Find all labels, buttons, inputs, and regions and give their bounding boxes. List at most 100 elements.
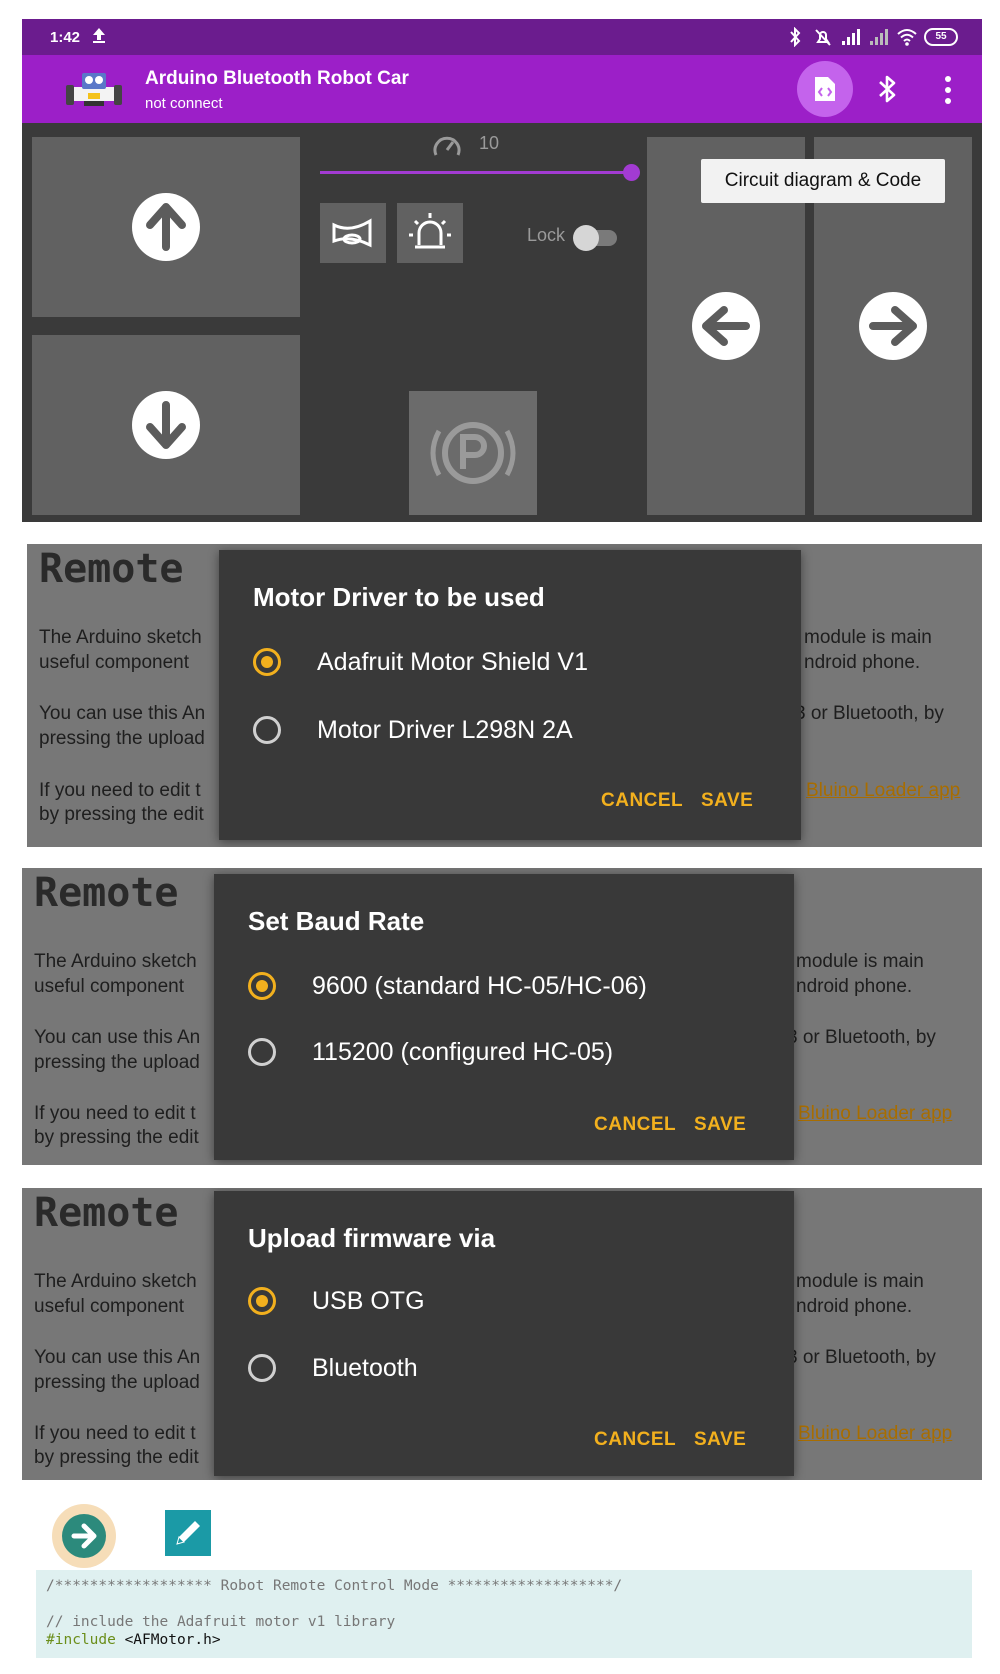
code-view-panel: /****************** Robot Remote Control… xyxy=(22,1500,982,1674)
robot-car-screen: 1:42 55 Arduino Bluetooth Robot Car not … xyxy=(22,19,982,522)
bluino-loader-link[interactable]: Bluino Loader app xyxy=(798,1421,952,1446)
edit-button[interactable] xyxy=(165,1510,211,1556)
more-options-icon[interactable] xyxy=(942,75,954,105)
lock-toggle-thumb[interactable] xyxy=(573,225,599,251)
bluetooth-button[interactable] xyxy=(872,73,902,105)
screenshot-collage: 1:42 55 Arduino Bluetooth Robot Car not … xyxy=(0,0,1000,1674)
parking-brake-icon xyxy=(430,422,516,484)
background-text: module is main xyxy=(796,951,924,972)
speed-slider-track[interactable] xyxy=(320,171,632,174)
option-bluetooth[interactable]: Bluetooth xyxy=(248,1348,418,1388)
backward-button[interactable] xyxy=(32,335,300,515)
tooltip-circuit-diagram: Circuit diagram & Code xyxy=(701,159,945,203)
forward-button[interactable] xyxy=(32,137,300,317)
background-text: pressing the upload xyxy=(34,1052,200,1073)
dialog-title: Motor Driver to be used xyxy=(253,582,545,612)
background-text: by pressing the edit xyxy=(39,804,204,825)
upload-firmware-panel: Remote The Arduino sketch useful compone… xyxy=(22,1188,982,1480)
code-file-button[interactable] xyxy=(797,61,853,117)
background-heading: Remote xyxy=(34,870,179,916)
bluino-loader-link[interactable]: Bluino Loader app xyxy=(806,778,960,803)
background-text: 3 or Bluetooth, by xyxy=(787,1347,936,1368)
upload-run-button[interactable] xyxy=(52,1504,116,1568)
background-text: useful component xyxy=(34,1296,184,1317)
radio-unselected-icon[interactable] xyxy=(248,1038,276,1066)
option-baud-9600[interactable]: 9600 (standard HC-05/HC-06) xyxy=(248,966,647,1006)
background-text: 3 or Bluetooth, by xyxy=(795,703,944,724)
background-heading: Remote xyxy=(39,546,184,592)
cancel-button[interactable]: CANCEL xyxy=(601,790,683,812)
dialog-title: Upload firmware via xyxy=(248,1223,496,1253)
option-l298n[interactable]: Motor Driver L298N 2A xyxy=(253,710,573,750)
background-text: The Arduino sketch xyxy=(34,1271,197,1292)
background-text: pressing the upload xyxy=(39,728,205,749)
code-file-icon xyxy=(815,77,835,101)
radio-selected-icon[interactable] xyxy=(248,972,276,1000)
mute-bell-icon xyxy=(815,29,831,46)
background-heading: Remote xyxy=(34,1190,179,1236)
background-text: ndroid phone. xyxy=(804,652,921,673)
upload-firmware-dialog: Upload firmware via USB OTG Bluetooth CA… xyxy=(214,1191,794,1476)
save-button[interactable]: SAVE xyxy=(694,1114,746,1136)
bluino-loader-link[interactable]: Bluino Loader app xyxy=(798,1101,952,1126)
robot-car-logo-icon xyxy=(66,73,122,106)
arrow-left-icon xyxy=(692,292,760,360)
code-include-line: #include <AFMotor.h> xyxy=(46,1632,962,1650)
background-text: You can use this An xyxy=(34,1027,201,1048)
cancel-button[interactable]: CANCEL xyxy=(594,1114,676,1136)
speedometer-icon xyxy=(433,136,461,156)
option-adafruit-motor-shield[interactable]: Adafruit Motor Shield V1 xyxy=(253,642,588,682)
app-title: Arduino Bluetooth Robot Car xyxy=(145,68,409,89)
background-text: If you need to edit t xyxy=(34,1423,196,1444)
siren-button[interactable] xyxy=(397,203,463,263)
background-text: If you need to edit t xyxy=(34,1103,196,1124)
background-text: The Arduino sketch xyxy=(39,627,202,648)
dialog-title: Set Baud Rate xyxy=(248,906,425,936)
horn-icon xyxy=(332,218,372,248)
wifi-icon xyxy=(897,29,917,46)
cancel-button[interactable]: CANCEL xyxy=(594,1429,676,1451)
radio-selected-icon[interactable] xyxy=(248,1287,276,1315)
battery-indicator: 55 xyxy=(924,28,958,46)
signal-weak-icon xyxy=(870,29,888,45)
speed-slider-thumb[interactable] xyxy=(623,164,640,181)
baud-rate-panel: Remote The Arduino sketch useful compone… xyxy=(22,868,982,1165)
motor-driver-panel: Remote The Arduino sketch useful compone… xyxy=(27,544,982,847)
code-comment-line: // include the Adafruit motor v1 library xyxy=(46,1614,396,1630)
background-text: If you need to edit t xyxy=(39,780,201,801)
radio-unselected-icon[interactable] xyxy=(253,716,281,744)
motor-driver-dialog: Motor Driver to be used Adafruit Motor S… xyxy=(219,550,801,840)
horn-button[interactable] xyxy=(320,203,386,263)
option-label: 9600 (standard HC-05/HC-06) xyxy=(312,971,647,1000)
radio-unselected-icon[interactable] xyxy=(248,1354,276,1382)
option-label: Adafruit Motor Shield V1 xyxy=(317,647,588,676)
background-text: The Arduino sketch xyxy=(34,951,197,972)
radio-selected-icon[interactable] xyxy=(253,648,281,676)
option-label: Bluetooth xyxy=(312,1353,418,1382)
background-text: module is main xyxy=(804,627,932,648)
siren-light-icon xyxy=(409,213,451,249)
signal-icon xyxy=(842,29,860,45)
save-button[interactable]: SAVE xyxy=(694,1429,746,1451)
upload-arrow-icon xyxy=(93,28,105,43)
background-text: by pressing the edit xyxy=(34,1127,199,1148)
park-button[interactable] xyxy=(409,391,537,515)
lock-label: Lock xyxy=(527,225,566,245)
code-comment-line: /****************** Robot Remote Control… xyxy=(46,1578,623,1594)
background-text: ndroid phone. xyxy=(796,976,913,997)
background-text: 3 or Bluetooth, by xyxy=(787,1027,936,1048)
option-baud-115200[interactable]: 115200 (configured HC-05) xyxy=(248,1032,613,1072)
status-time: 1:42 xyxy=(50,29,81,46)
option-usb-otg[interactable]: USB OTG xyxy=(248,1281,425,1321)
status-icons: 55 xyxy=(784,27,958,47)
code-include-target: <AFMotor.h> xyxy=(115,1632,221,1648)
option-label: 115200 (configured HC-05) xyxy=(312,1037,614,1066)
background-text: You can use this An xyxy=(34,1347,201,1368)
speed-value: 10 xyxy=(479,133,500,153)
pencil-icon xyxy=(176,1521,200,1545)
arrow-right-icon xyxy=(859,292,927,360)
option-label: Motor Driver L298N 2A xyxy=(317,715,573,744)
background-text: module is main xyxy=(796,1271,924,1292)
background-text: by pressing the edit xyxy=(34,1447,199,1468)
save-button[interactable]: SAVE xyxy=(701,790,753,812)
